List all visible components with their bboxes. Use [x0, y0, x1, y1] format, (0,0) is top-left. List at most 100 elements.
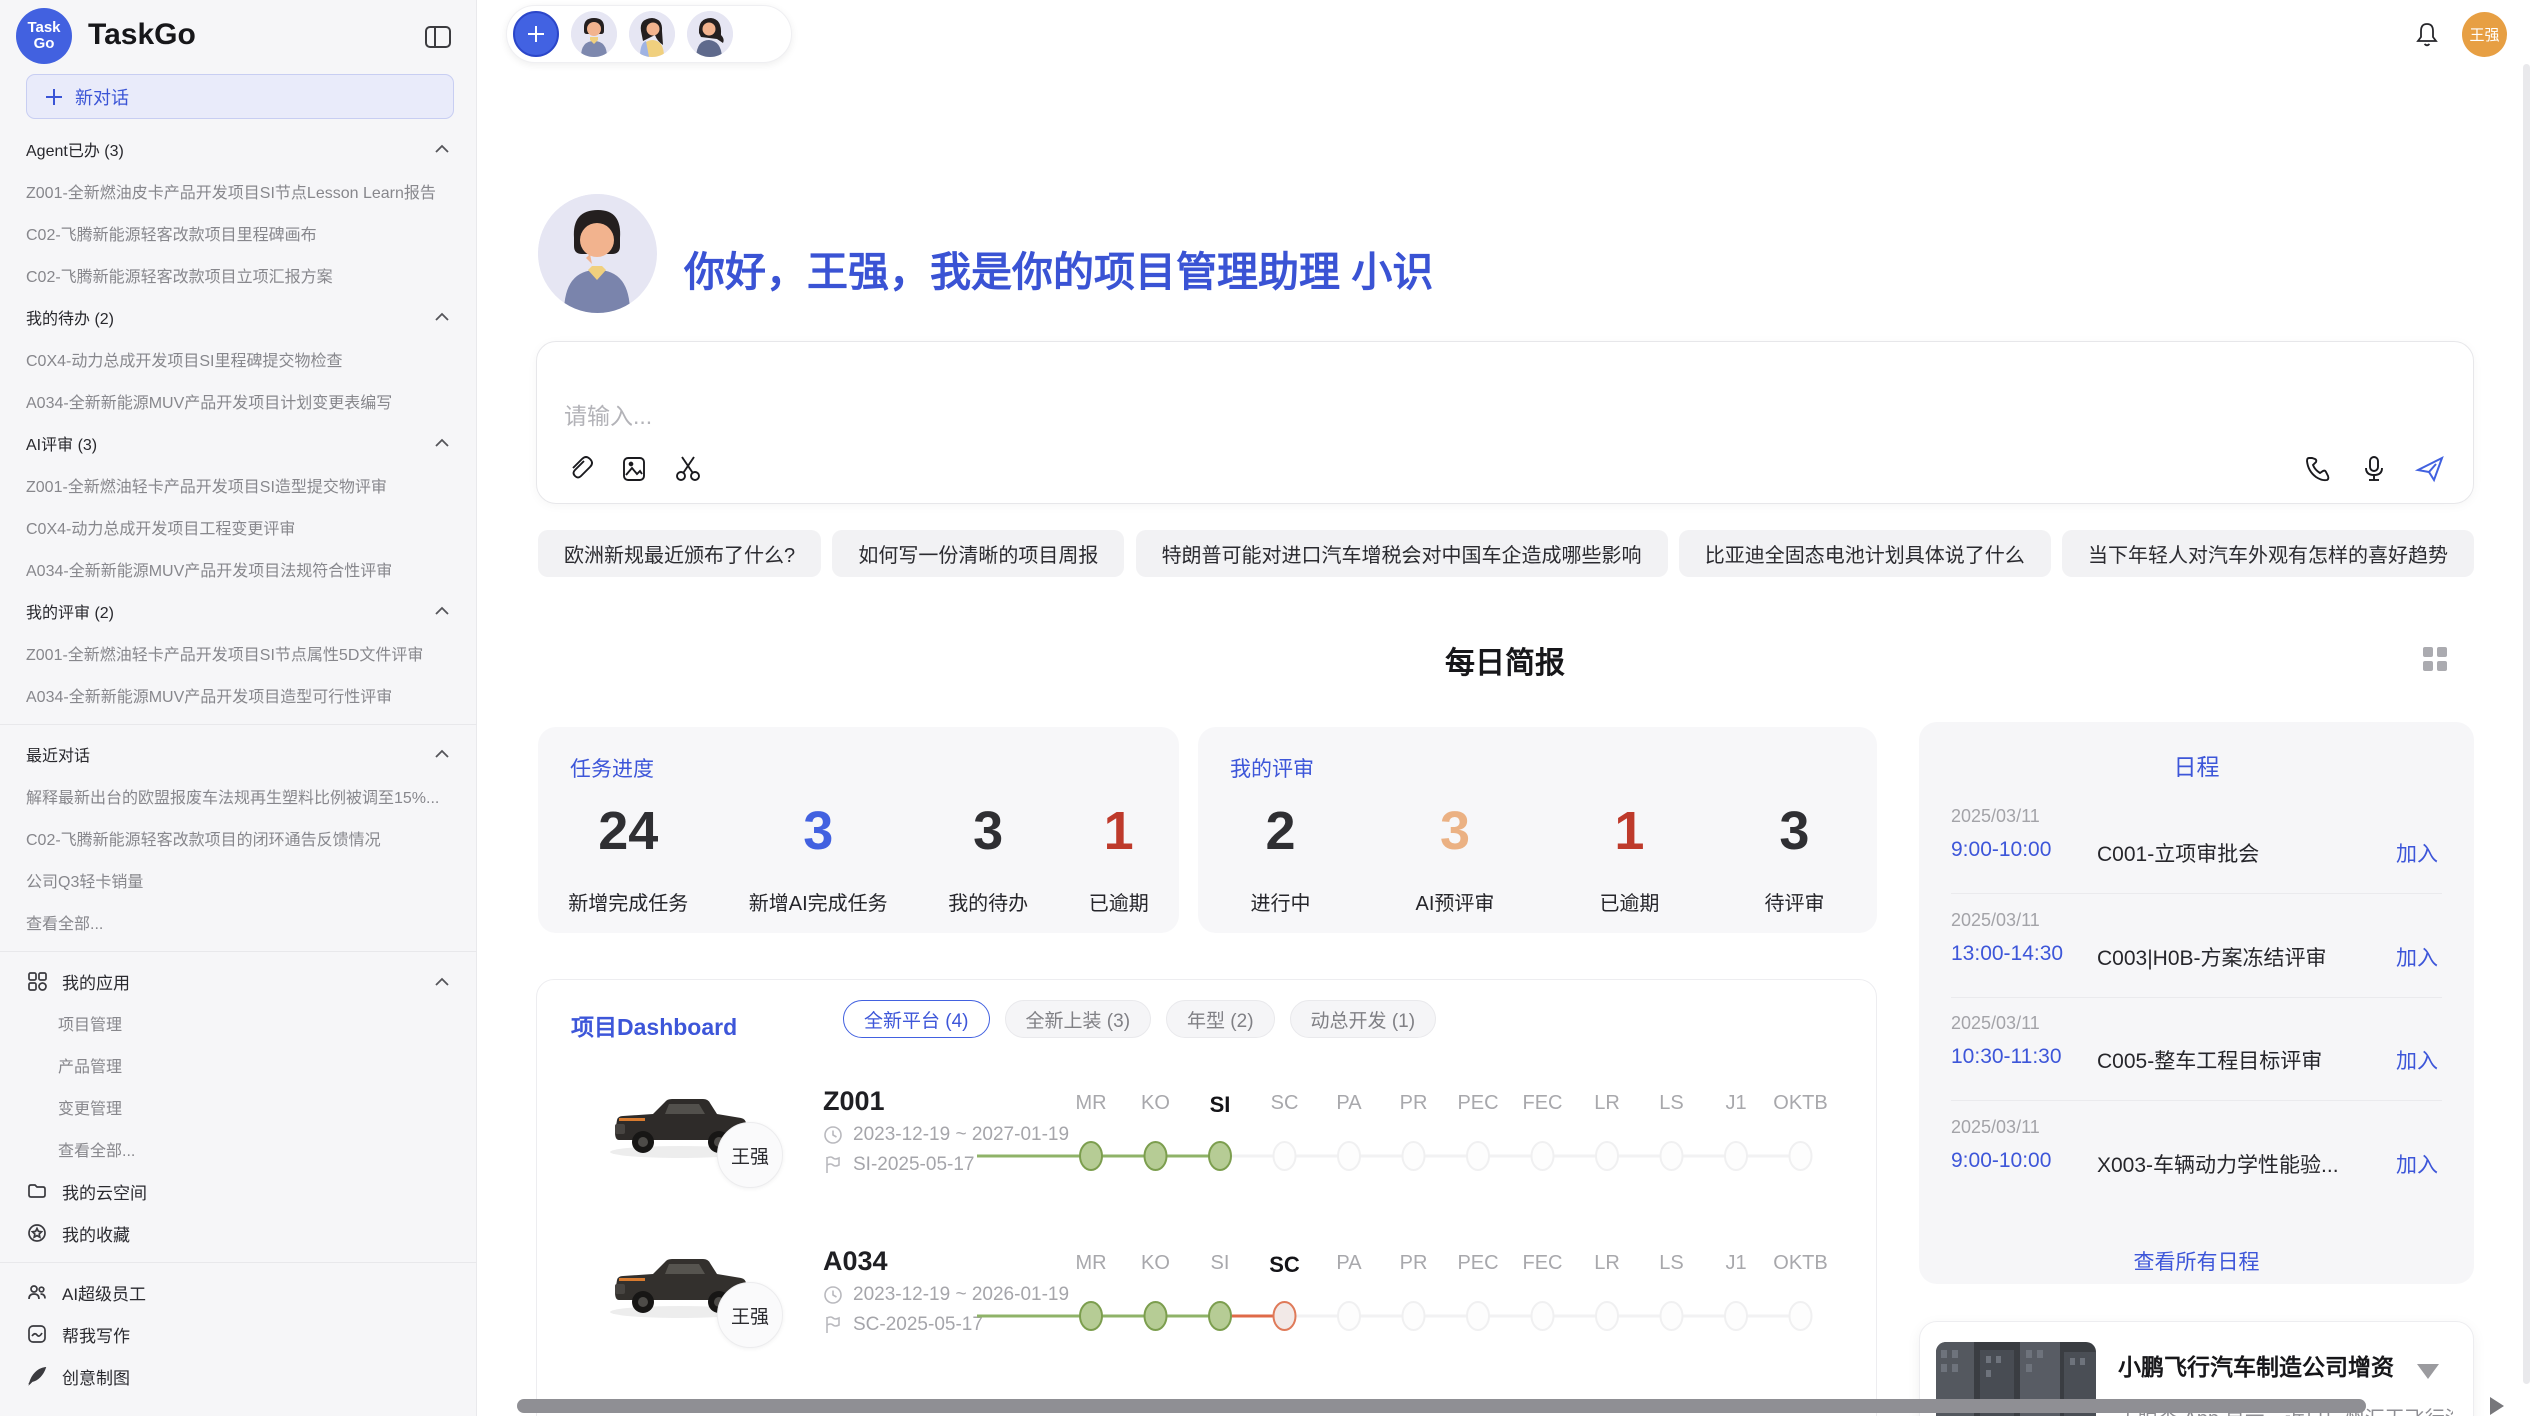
chevron-up-icon[interactable]: [435, 977, 449, 986]
scroll-right-arrow[interactable]: [2490, 1397, 2504, 1415]
join-link[interactable]: 加入: [2396, 942, 2438, 972]
schedule-time: 9:00-10:00: [1951, 838, 2051, 862]
chevron-up-icon[interactable]: [435, 312, 449, 321]
attachment-icon[interactable]: [564, 453, 596, 485]
user-avatar[interactable]: 王强: [2462, 12, 2507, 57]
view-all-schedule-link[interactable]: 查看所有日程: [1919, 1246, 2474, 1276]
milestone-label: OKTB: [1773, 1252, 1827, 1275]
recent-chat-item[interactable]: 解释最新出台的欧盟报废车法规再生塑料比例被调至15%...: [0, 775, 477, 817]
stat-new-done: 24 新增完成任务: [568, 789, 688, 916]
milestone-label-current: SC: [1269, 1252, 1300, 1278]
sidebar-item[interactable]: A034-全新新能源MUV产品开发项目法规符合性评审: [0, 548, 477, 590]
project-row-z001[interactable]: 王强 Z001 2023-12-19 ~ 2027-01-19 SI-2025-…: [537, 1080, 1876, 1250]
suggestion-chip[interactable]: 比亚迪全固态电池计划具体说了什么: [1679, 530, 2051, 577]
sidebar-item-ai-staff[interactable]: AI超级员工: [0, 1271, 477, 1313]
folder-icon: [26, 1180, 48, 1202]
join-link[interactable]: 加入: [2396, 838, 2438, 868]
stat-ai-done: 3 新增AI完成任务: [749, 789, 888, 916]
apps-view-all[interactable]: 查看全部...: [0, 1128, 477, 1170]
section-ai-review[interactable]: AI评审 (3): [0, 422, 477, 464]
sidebar-item-cloud[interactable]: 我的云空间: [0, 1170, 477, 1212]
sidebar-item[interactable]: C02-飞腾新能源轻客改款项目里程碑画布: [0, 212, 477, 254]
my-review-card: 我的评审 2 进行中 3 AI预评审 1 已逾期 3 待评审: [1198, 727, 1877, 933]
section-my-apps[interactable]: 我的应用: [0, 960, 477, 1002]
sidebar-item-favorites[interactable]: 我的收藏: [0, 1212, 477, 1254]
milestone-label: SI: [1211, 1252, 1230, 1275]
chevron-up-icon[interactable]: [435, 606, 449, 615]
schedule-date: 2025/03/11: [1951, 806, 2040, 827]
join-link[interactable]: 加入: [2396, 1045, 2438, 1075]
dashboard-title: 项目Dashboard: [571, 1008, 737, 1042]
sidebar-item[interactable]: Z001-全新燃油轻卡产品开发项目SI节点属性5D文件评审: [0, 632, 477, 674]
plus-icon: [525, 23, 547, 45]
chat-input[interactable]: [564, 394, 2164, 438]
agent-avatar-2[interactable]: [629, 11, 675, 57]
sidebar-item[interactable]: C02-飞腾新能源轻客改款项目立项汇报方案: [0, 254, 477, 296]
suggestion-chip[interactable]: 如何写一份清晰的项目周报: [832, 530, 1124, 577]
sidebar-item[interactable]: C0X4-动力总成开发项目工程变更评审: [0, 506, 477, 548]
people-icon: [26, 1281, 48, 1303]
sidebar-item[interactable]: A034-全新新能源MUV产品开发项目造型可行性评审: [0, 674, 477, 716]
send-icon[interactable]: [2414, 453, 2446, 485]
milestone-label: MR: [1075, 1252, 1106, 1275]
new-chat-button[interactable]: 新对话: [26, 74, 454, 119]
agent-avatar-3[interactable]: [687, 11, 733, 57]
sidebar-collapse-icon[interactable]: [423, 22, 453, 52]
chevron-up-icon[interactable]: [435, 438, 449, 447]
sidebar-item-write-helper[interactable]: 帮我写作: [0, 1313, 477, 1355]
scroll-down-indicator[interactable]: [2417, 1364, 2439, 1379]
sidebar-item[interactable]: Z001-全新燃油皮卡产品开发项目SI节点Lesson Learn报告: [0, 170, 477, 212]
schedule-date: 2025/03/11: [1951, 910, 2040, 931]
add-agent-button[interactable]: [513, 11, 559, 57]
notification-bell-icon[interactable]: [2412, 20, 2442, 50]
scissors-icon[interactable]: [672, 453, 704, 485]
vertical-scrollbar[interactable]: [2523, 64, 2530, 1384]
tab-upfit[interactable]: 全新上装 (3): [1005, 1000, 1152, 1038]
recent-view-all[interactable]: 查看全部...: [0, 901, 477, 943]
sidebar-item-creative-draw[interactable]: 创意制图: [0, 1355, 477, 1397]
assistant-avatar: [538, 194, 657, 313]
image-icon[interactable]: [618, 453, 650, 485]
stat-overdue: 1 已逾期: [1599, 789, 1659, 916]
horizontal-scrollbar-thumb[interactable]: [517, 1399, 2366, 1413]
section-my-review[interactable]: 我的评审 (2): [0, 590, 477, 632]
avatar-illustration-woman-2: [687, 11, 733, 57]
sidebar-item[interactable]: Z001-全新燃油轻卡产品开发项目SI造型提交物评审: [0, 464, 477, 506]
suggestion-chip[interactable]: 欧洲新规最近颁布了什么?: [538, 530, 821, 577]
project-next-milestone: SI-2025-05-17: [823, 1154, 974, 1176]
chevron-up-icon[interactable]: [435, 144, 449, 153]
stat-overdue: 1 已逾期: [1089, 789, 1149, 916]
layout-grid-icon[interactable]: [2420, 644, 2450, 674]
phone-icon[interactable]: [2302, 453, 2334, 485]
tab-model-year[interactable]: 年型 (2): [1166, 1000, 1275, 1038]
milestone-label: PEC: [1457, 1092, 1498, 1115]
section-recent-chats[interactable]: 最近对话: [0, 733, 477, 775]
sidebar: Task Go TaskGo 新对话 Agent已办 (3) Z001-全新燃油…: [0, 0, 477, 1416]
app-title: TaskGo: [88, 18, 196, 52]
app-item-project[interactable]: 项目管理: [0, 1002, 477, 1044]
stat-pending-review: 3 待评审: [1764, 789, 1824, 916]
tab-powertrain[interactable]: 动总开发 (1): [1290, 1000, 1437, 1038]
chevron-up-icon[interactable]: [435, 749, 449, 758]
microphone-icon[interactable]: [2358, 453, 2390, 485]
sidebar-item[interactable]: A034-全新新能源MUV产品开发项目计划变更表编写: [0, 380, 477, 422]
agent-avatar-1[interactable]: [571, 11, 617, 57]
join-link[interactable]: 加入: [2396, 1149, 2438, 1179]
milestone-label: PA: [1336, 1092, 1361, 1115]
tab-platform[interactable]: 全新平台 (4): [843, 1000, 990, 1038]
divider: [1951, 893, 2442, 894]
suggestion-chip[interactable]: 当下年轻人对汽车外观有怎样的喜好趋势: [2062, 530, 2474, 577]
milestone-label: LR: [1594, 1092, 1620, 1115]
section-my-todo[interactable]: 我的待办 (2): [0, 296, 477, 338]
suggestion-chip[interactable]: 特朗普可能对进口汽车增税会对中国车企造成哪些影响: [1136, 530, 1668, 577]
news-title: 小鹏飞行汽车制造公司增资: [2118, 1348, 2458, 1382]
app-item-product[interactable]: 产品管理: [0, 1044, 477, 1086]
project-row-a034[interactable]: 王强 A034 2023-12-19 ~ 2026-01-19 SC-2025-…: [537, 1240, 1876, 1410]
schedule-card: 日程 2025/03/11 9:00-10:00 C001-立项审批会 加入 2…: [1919, 722, 2474, 1284]
section-agent-done[interactable]: Agent已办 (3): [0, 128, 477, 170]
recent-chat-item[interactable]: C02-飞腾新能源轻客改款项目的闭环通告反馈情况: [0, 817, 477, 859]
recent-chat-item[interactable]: 公司Q3轻卡销量: [0, 859, 477, 901]
schedule-name: C003|H0B-方案冻结评审: [2097, 942, 2327, 972]
app-item-change[interactable]: 变更管理: [0, 1086, 477, 1128]
sidebar-item[interactable]: C0X4-动力总成开发项目SI里程碑提交物检查: [0, 338, 477, 380]
